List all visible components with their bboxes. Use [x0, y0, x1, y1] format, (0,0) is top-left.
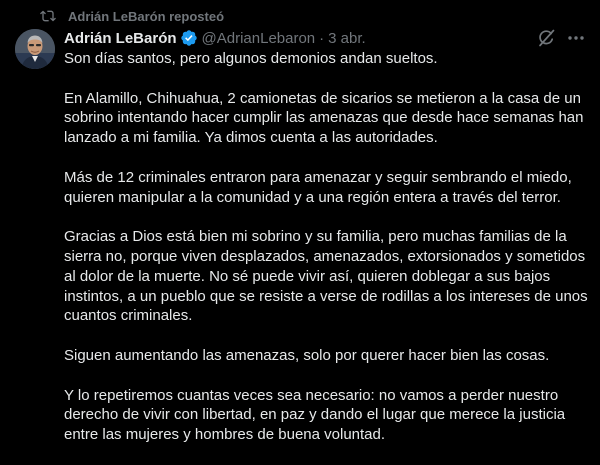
- tweet-text: Son días santos, pero algunos demonios a…: [64, 49, 589, 465]
- avatar[interactable]: [15, 29, 55, 69]
- tweet-header: Adrián LeBarón @AdrianLebaron · 3 abr.: [64, 28, 366, 48]
- author-name[interactable]: Adrián LeBarón: [64, 30, 177, 47]
- verified-badge-icon[interactable]: [180, 29, 198, 47]
- tweet-paragraph: En Alamillo, Chihuahua, 2 camionetas de …: [64, 89, 584, 147]
- tweet-paragraph: Más de 12 criminales entraron para amena…: [64, 168, 572, 206]
- header-separator: ·: [319, 29, 325, 47]
- author-handle[interactable]: @AdrianLebaron: [202, 30, 316, 47]
- tweet-paragraph: Y lo repetiremos cuantas veces sea neces…: [64, 386, 566, 444]
- tweet-date[interactable]: 3 abr.: [328, 30, 366, 47]
- repost-indicator[interactable]: Adrián LeBarón reposteó: [40, 6, 224, 26]
- repost-label: Adrián LeBarón reposteó: [68, 8, 225, 24]
- repost-icon: [40, 8, 56, 24]
- grok-icon[interactable]: [536, 28, 556, 48]
- tweet-paragraph: Siguen aumentando las amenazas, solo por…: [64, 346, 550, 364]
- tweet-paragraph: Gracias a Dios está bien mi sobrino y su…: [64, 228, 588, 325]
- tweet-paragraph: Son días santos, pero algunos demonios a…: [64, 50, 438, 67]
- more-icon[interactable]: [566, 28, 586, 48]
